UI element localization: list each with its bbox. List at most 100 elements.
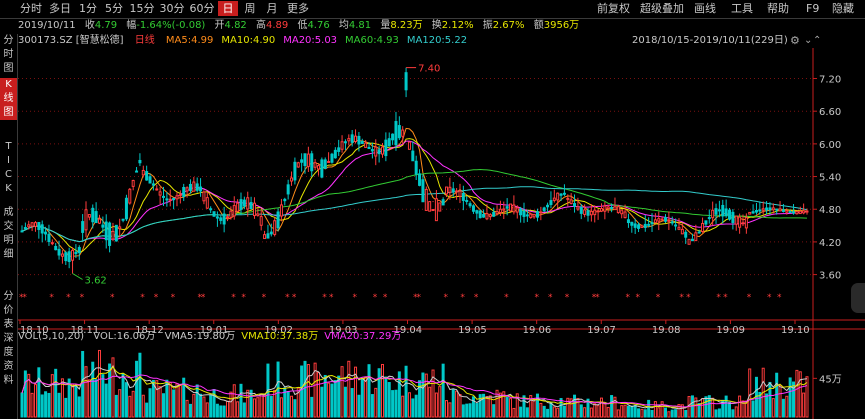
volume-bar bbox=[121, 373, 125, 418]
volume-bar bbox=[589, 407, 593, 418]
volume-bar bbox=[77, 396, 81, 418]
candle-body bbox=[643, 223, 647, 228]
candle-body bbox=[623, 211, 627, 219]
candle-body bbox=[232, 205, 236, 217]
volume-bar bbox=[222, 405, 226, 418]
candle-body bbox=[111, 230, 115, 240]
y-tick-label: 6.00 bbox=[819, 140, 841, 151]
tab-kline[interactable]: K线图 bbox=[0, 78, 17, 120]
volume-bar bbox=[471, 396, 475, 418]
volume-bar bbox=[455, 390, 459, 418]
period-tab-3[interactable]: 5分 bbox=[102, 1, 126, 16]
candle-body bbox=[44, 231, 48, 235]
candle-body bbox=[391, 133, 395, 141]
candle-body bbox=[792, 211, 796, 214]
volume-bar bbox=[219, 405, 223, 418]
stock-code[interactable]: 300173.SZ [智慧松德] bbox=[18, 35, 124, 46]
candle-body bbox=[313, 162, 317, 168]
volume-bar bbox=[559, 398, 563, 418]
volume-bar bbox=[104, 383, 108, 418]
candle-body bbox=[145, 171, 149, 181]
volume-bar bbox=[768, 381, 772, 418]
tab-timeshare[interactable]: 分时图 bbox=[0, 34, 17, 76]
period-tab-6[interactable]: 60分 bbox=[188, 1, 216, 16]
candle-body bbox=[687, 238, 691, 245]
volume-bar bbox=[256, 397, 260, 418]
candle-body bbox=[296, 162, 300, 168]
volume-bar bbox=[606, 406, 610, 418]
tab-tick[interactable]: TICK bbox=[0, 140, 17, 196]
max-price-label: 7.40 bbox=[418, 64, 440, 75]
candle-body bbox=[239, 199, 243, 210]
volume-bar bbox=[300, 365, 304, 418]
candle-body bbox=[525, 214, 529, 217]
menu-item-3[interactable]: 工具 bbox=[731, 1, 753, 16]
candle-body bbox=[394, 121, 398, 146]
period-tab-0[interactable]: 分时 bbox=[18, 1, 44, 16]
candle-body bbox=[468, 203, 472, 207]
candle-body bbox=[569, 199, 573, 205]
candle-body bbox=[205, 197, 209, 209]
scroll-handle[interactable] bbox=[851, 283, 865, 313]
volume-bar bbox=[445, 400, 449, 418]
candle-body bbox=[266, 233, 270, 239]
period-tab-9[interactable]: 月 bbox=[262, 1, 282, 16]
candle-body bbox=[542, 207, 546, 212]
open-value: 4.82 bbox=[224, 20, 247, 31]
left-tab-char: I bbox=[7, 155, 10, 166]
candle-body bbox=[411, 150, 415, 162]
menu-item-4[interactable]: 帮助 bbox=[767, 1, 789, 16]
left-tab-char: 线 bbox=[3, 93, 14, 104]
tab-price-table[interactable]: 分价表 bbox=[0, 290, 17, 332]
tab-trade-detail[interactable]: 成交明细 bbox=[0, 206, 17, 262]
candle-body bbox=[226, 216, 230, 219]
menu-item-5[interactable]: F9 bbox=[806, 1, 819, 16]
signal-marker: * bbox=[49, 293, 54, 303]
candle-body bbox=[401, 129, 405, 137]
tab-depth-data[interactable]: 深度资料 bbox=[0, 332, 17, 388]
candle-body bbox=[610, 206, 614, 209]
candle-body bbox=[77, 247, 81, 254]
volume-bar bbox=[327, 382, 331, 418]
candle-body bbox=[505, 206, 509, 209]
period-tab-5[interactable]: 30分 bbox=[158, 1, 186, 16]
menu-item-1[interactable]: 超级叠加 bbox=[640, 1, 684, 16]
volume-bar bbox=[337, 375, 341, 418]
settings-icon[interactable]: ⚙ bbox=[790, 35, 800, 47]
candle-body bbox=[54, 245, 58, 251]
period-tab-1[interactable]: 多日 bbox=[46, 1, 74, 16]
candle-body bbox=[229, 210, 233, 218]
menu-item-2[interactable]: 画线 bbox=[694, 1, 716, 16]
candle-body bbox=[546, 204, 550, 208]
candle-body bbox=[657, 218, 661, 222]
volume-bar bbox=[438, 386, 442, 418]
volume-bar bbox=[593, 403, 597, 418]
volume-bar bbox=[370, 394, 374, 418]
period-tab-7[interactable]: 日 bbox=[218, 1, 238, 16]
collapse-icon[interactable]: ⌄ bbox=[804, 35, 812, 47]
candle-body bbox=[273, 220, 277, 235]
candle-body bbox=[633, 223, 637, 228]
period-tab-10[interactable]: 更多 bbox=[284, 1, 312, 16]
open-label: 开 bbox=[214, 20, 225, 31]
period-tab-4[interactable]: 15分 bbox=[128, 1, 156, 16]
candle-body bbox=[20, 230, 24, 233]
menu-item-6[interactable]: 隐藏 bbox=[832, 1, 854, 16]
expand-icon[interactable]: ⌃ bbox=[813, 35, 821, 47]
volume-bar bbox=[583, 407, 587, 418]
signal-marker: * bbox=[565, 293, 570, 303]
close-label: 收 bbox=[84, 20, 95, 31]
candle-body bbox=[407, 141, 411, 150]
period-tab-8[interactable]: 周 bbox=[240, 1, 260, 16]
volume-bar bbox=[657, 407, 661, 418]
candle-body bbox=[613, 206, 617, 211]
candle-body bbox=[81, 221, 85, 233]
kline-chart[interactable]: 7.206.606.005.404.804.203.6018.10 18.11 18… bbox=[18, 48, 865, 419]
candle-body bbox=[798, 210, 802, 215]
period-tab-2[interactable]: 1分 bbox=[76, 1, 100, 16]
volume-bar bbox=[30, 392, 34, 418]
volume-bar bbox=[802, 392, 806, 418]
menu-item-0[interactable]: 前复权 bbox=[597, 1, 630, 16]
volume-bar bbox=[765, 393, 769, 418]
candle-body bbox=[509, 203, 513, 212]
